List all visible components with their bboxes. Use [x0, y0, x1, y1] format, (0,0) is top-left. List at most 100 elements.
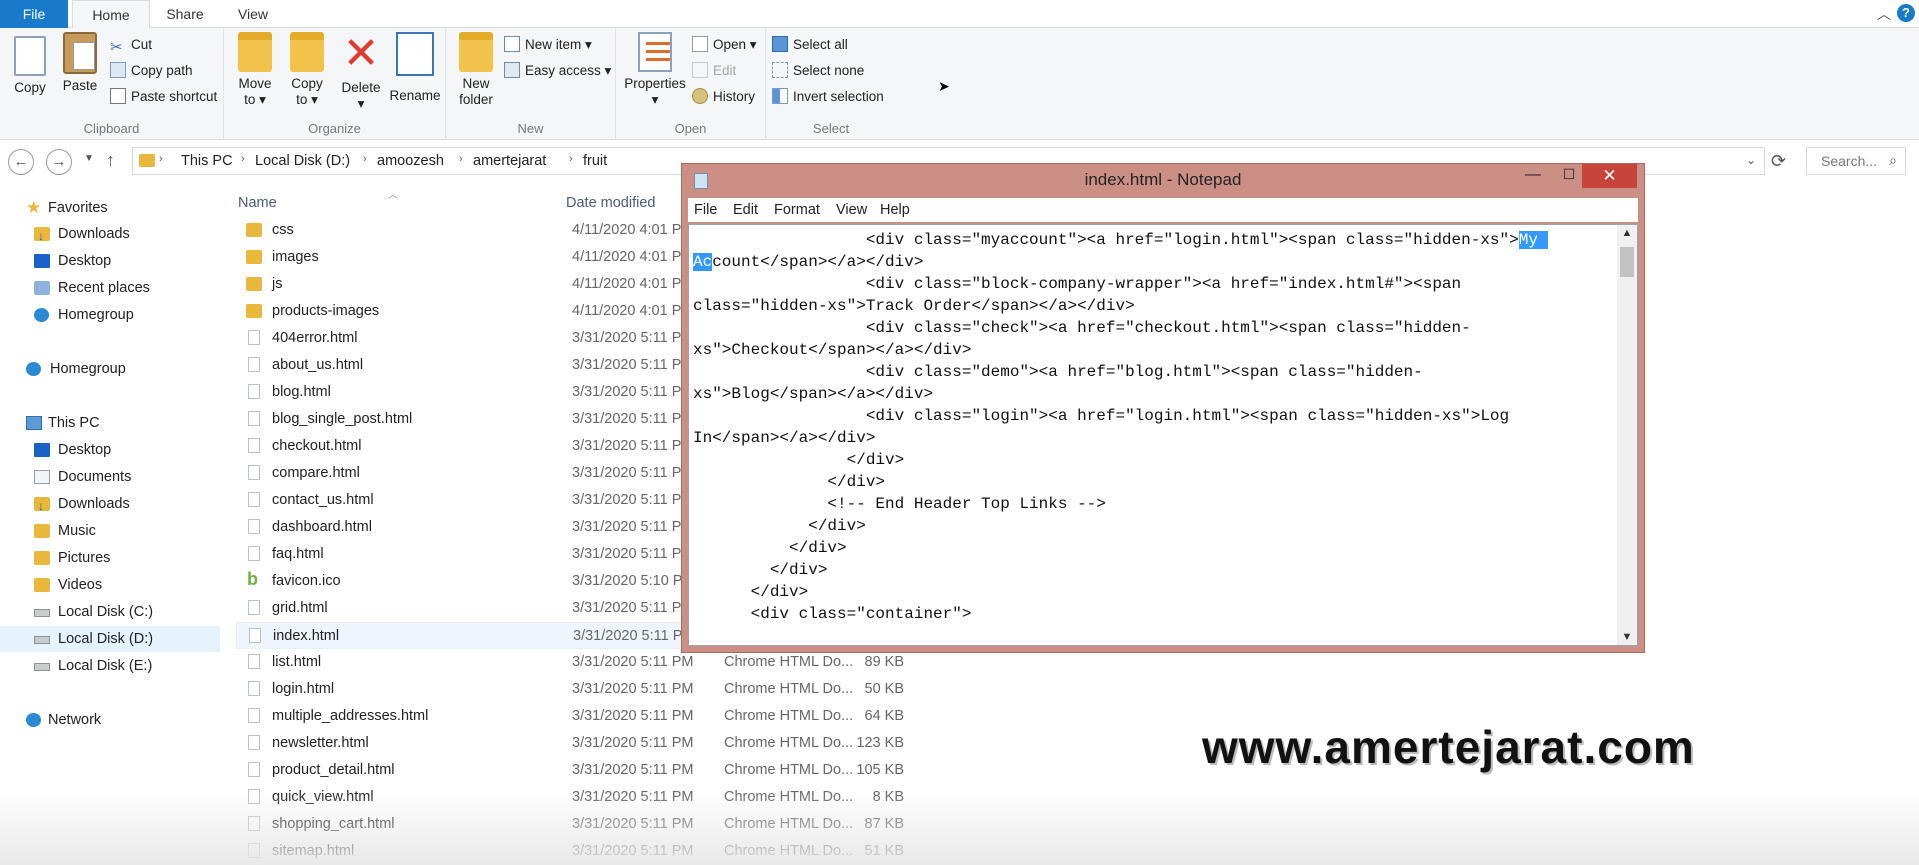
arrow-right-icon: →: [51, 153, 67, 170]
tab-share[interactable]: Share: [150, 0, 220, 28]
easy-access-button[interactable]: Easy access ▾: [504, 60, 611, 82]
file-name: grid.html: [272, 600, 328, 616]
breadcrumb-this-pc[interactable]: This PC: [181, 153, 233, 169]
network-icon: [26, 713, 41, 727]
nav-pc-local-disk-c[interactable]: Local Disk (C:): [0, 599, 220, 625]
nav-pc-downloads[interactable]: Downloads: [0, 491, 220, 519]
open-button[interactable]: Open ▾: [692, 34, 757, 56]
tab-file[interactable]: File: [0, 0, 68, 28]
menu-view[interactable]: View: [836, 198, 867, 222]
copy-icon: [14, 36, 46, 76]
menu-format[interactable]: Format: [774, 198, 820, 222]
nav-pc-local-disk-d[interactable]: Local Disk (D:): [0, 626, 220, 652]
new-item-button[interactable]: New item ▾: [504, 34, 592, 56]
file-name: checkout.html: [272, 438, 362, 454]
menu-file[interactable]: File: [694, 198, 717, 222]
breadcrumb-local-disk-d[interactable]: Local Disk (D:): [255, 153, 350, 169]
cut-button[interactable]: ✂ Cut: [110, 34, 152, 56]
scroll-up-icon[interactable]: ▲: [1617, 227, 1637, 239]
forward-button[interactable]: →: [46, 149, 72, 175]
breadcrumb-amertejarat[interactable]: amertejarat: [473, 153, 546, 169]
file-name: js: [272, 276, 283, 292]
search-input[interactable]: Search... ⌕: [1806, 147, 1906, 175]
properties-button[interactable]: Properties ▾: [622, 32, 688, 108]
rename-button[interactable]: Rename: [388, 32, 442, 104]
copy-to-button[interactable]: Copy to ▾: [284, 32, 330, 108]
file-name: compare.html: [272, 465, 360, 481]
scroll-down-icon[interactable]: ▼: [1617, 631, 1637, 643]
recent-locations-chevron-icon[interactable]: ▼: [84, 153, 94, 164]
file-name: contact_us.html: [272, 492, 374, 508]
minimize-icon: —: [1525, 166, 1541, 183]
nav-network[interactable]: Network: [0, 707, 220, 733]
nav-favorites[interactable]: ★ Favorites: [0, 195, 220, 221]
menu-help[interactable]: Help: [880, 198, 910, 222]
paste-shortcut-icon: [110, 88, 126, 104]
invert-selection-button[interactable]: Invert selection: [772, 86, 884, 108]
column-name-header[interactable]: Name: [238, 190, 277, 216]
html-file-icon: [248, 519, 260, 534]
breadcrumb-amoozesh[interactable]: amoozesh: [377, 153, 444, 169]
delete-button[interactable]: ✕ Delete ▾: [336, 32, 386, 112]
file-date: 3/31/2020 5:10 PM: [572, 573, 695, 589]
select-all-button[interactable]: Select all: [772, 34, 848, 56]
rename-icon: [396, 32, 434, 76]
easy-access-icon: [504, 62, 520, 78]
paste-shortcut-button[interactable]: Paste shortcut: [110, 86, 217, 108]
notepad-text: <div class="myaccount"><a href="login.ht…: [693, 231, 1548, 623]
file-row[interactable]: newsletter.html 3/31/2020 5:11 PM Chrome H…: [236, 730, 956, 757]
up-arrow-icon[interactable]: ↑: [106, 150, 115, 171]
nav-pc-documents[interactable]: Documents: [0, 464, 220, 490]
column-date-header[interactable]: Date modified: [566, 190, 655, 216]
back-button[interactable]: ←: [8, 149, 34, 175]
nav-pc-videos[interactable]: Videos: [0, 572, 220, 598]
nav-fav-downloads[interactable]: Downloads: [0, 221, 220, 249]
maximize-button[interactable]: ☐: [1554, 166, 1584, 190]
paste-button[interactable]: Paste: [58, 32, 102, 94]
file-row[interactable]: list.html 3/31/2020 5:11 PM Chrome HTML Do…: [236, 649, 956, 676]
notepad-text-area[interactable]: <div class="myaccount"><a href="login.ht…: [688, 224, 1638, 646]
help-icon[interactable]: ?: [1897, 4, 1915, 22]
file-row[interactable]: product_detail.html 3/31/2020 5:11 PM Chro…: [236, 757, 956, 784]
file-name: login.html: [272, 681, 335, 697]
breadcrumb-fruit[interactable]: fruit: [583, 153, 607, 169]
tab-home[interactable]: Home: [72, 0, 150, 29]
file-row[interactable]: login.html 3/31/2020 5:11 PM Chrome HTML D…: [236, 676, 956, 703]
nav-homegroup[interactable]: Homegroup: [0, 356, 220, 382]
tab-view[interactable]: View: [222, 0, 284, 28]
file-name: newsletter.html: [272, 735, 369, 751]
nav-fav-desktop[interactable]: Desktop: [0, 248, 220, 274]
file-row[interactable]: multiple_addresses.html 3/31/2020 5:11 PM…: [236, 703, 956, 730]
nav-pc-local-disk-e[interactable]: Local Disk (E:): [0, 653, 220, 679]
copy-button[interactable]: Copy: [8, 32, 52, 96]
edit-button[interactable]: Edit: [692, 60, 736, 82]
new-folder-button[interactable]: New folder: [454, 32, 498, 108]
minimize-button[interactable]: —: [1518, 166, 1548, 190]
file-date: 3/31/2020 5:11 PM: [572, 681, 694, 697]
scrollbar-thumb[interactable]: [1620, 247, 1634, 277]
nav-fav-recent-places[interactable]: Recent places: [0, 275, 220, 301]
nav-pc-desktop[interactable]: Desktop: [0, 437, 220, 463]
history-button[interactable]: History: [692, 86, 755, 108]
close-button[interactable]: ✕: [1582, 164, 1637, 188]
refresh-icon[interactable]: ⟳: [1771, 151, 1786, 172]
move-to-button[interactable]: Move to ▾: [232, 32, 278, 108]
html-file-icon: [248, 438, 260, 453]
file-name: multiple_addresses.html: [272, 708, 429, 724]
minimize-ribbon-icon[interactable]: ︿: [1877, 4, 1891, 24]
music-folder-icon: [34, 524, 50, 538]
folder-icon: [246, 304, 262, 318]
open-group: Properties ▾ Open ▾ Edit History Open: [616, 28, 766, 140]
chevron-down-icon[interactable]: ⌄: [1746, 153, 1756, 167]
copy-path-button[interactable]: Copy path: [110, 60, 193, 82]
videos-folder-icon: [34, 578, 50, 592]
nav-pc-music[interactable]: Music: [0, 518, 220, 544]
menu-edit[interactable]: Edit: [733, 198, 758, 222]
drive-icon: [34, 636, 50, 644]
notepad-titlebar[interactable]: index.html - Notepad — ☐ ✕: [682, 164, 1644, 196]
nav-this-pc[interactable]: This PC: [0, 410, 220, 436]
nav-fav-homegroup[interactable]: Homegroup: [0, 302, 220, 328]
nav-pc-pictures[interactable]: Pictures: [0, 545, 220, 571]
select-none-button[interactable]: Select none: [772, 60, 864, 82]
vertical-scrollbar[interactable]: ▲ ▼: [1617, 225, 1637, 645]
